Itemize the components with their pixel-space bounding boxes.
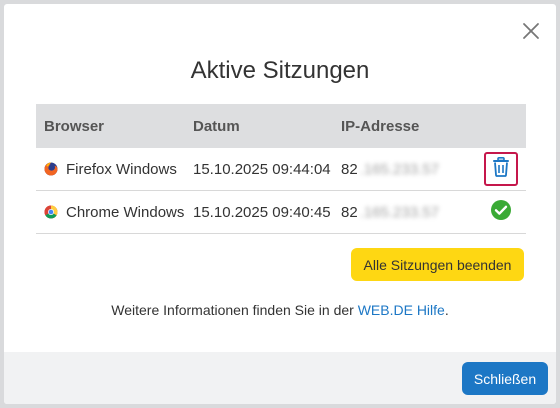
browser-name: Chrome Windows [66,203,185,221]
trash-icon [492,157,510,181]
ip-cell: 82.165.233.57 [335,161,475,178]
help-link[interactable]: WEB.DE Hilfe [358,302,445,318]
sessions-table: Browser Datum IP-Adresse Firefox Windows… [36,104,526,234]
info-suffix: . [444,302,449,318]
sessions-dialog: Aktive Sitzungen Browser Datum IP-Adress… [4,4,556,404]
header-date: Datum [193,117,240,135]
ip-cell: 82.165.233.57 [335,204,475,221]
close-button[interactable]: Schließen [462,362,548,395]
date-cell: 15.10.2025 09:44:04 [193,160,331,178]
table-header: Browser Datum IP-Adresse [36,104,526,148]
browser-name: Firefox Windows [66,160,177,178]
action-cell [475,199,526,225]
check-circle-icon [490,199,512,225]
header-browser: Browser [44,117,105,135]
info-prefix: Weitere Informationen finden Sie in der [111,302,358,318]
end-all-sessions-button[interactable]: Alle Sitzungen beenden [351,248,524,281]
dialog-title: Aktive Sitzungen [190,57,370,84]
chrome-icon [44,205,58,219]
dialog-footer: Schließen [4,352,556,404]
info-text: Weitere Informationen finden Sie in der … [4,302,556,318]
firefox-icon [44,162,58,176]
browser-cell: Firefox Windows [36,161,186,178]
table-row: Firefox Windows 15.10.2025 09:44:04 82.1… [36,148,526,191]
browser-cell: Chrome Windows [36,204,186,221]
delete-session-button[interactable] [483,152,518,186]
header-ip: IP-Adresse [341,117,420,135]
ip-redacted: .165.233.57 [359,203,439,221]
ip-redacted: .165.233.57 [359,160,439,178]
ip-prefix: 82 [341,160,358,178]
action-cell [475,152,526,186]
ip-prefix: 82 [341,203,358,221]
close-icon[interactable] [520,20,542,42]
date-cell: 15.10.2025 09:40:45 [193,203,331,221]
table-row: Chrome Windows 15.10.2025 09:40:45 82.16… [36,191,526,234]
